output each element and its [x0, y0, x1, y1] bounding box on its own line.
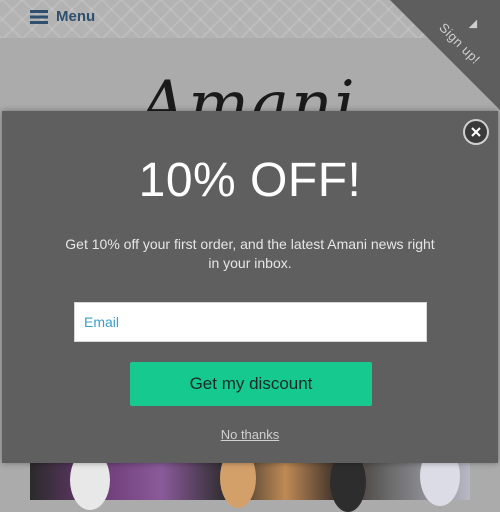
discount-popup: 10% OFF! Get 10% off your first order, a… [2, 111, 498, 463]
hamburger-icon [30, 9, 48, 24]
signup-corner[interactable]: Sign up! [390, 0, 500, 110]
no-thanks-link[interactable]: No thanks [2, 427, 498, 442]
close-button[interactable] [463, 119, 489, 145]
close-icon [471, 127, 481, 137]
signup-corner-background [390, 0, 500, 110]
menu-label: Menu [56, 8, 96, 25]
get-discount-button[interactable]: Get my discount [130, 362, 372, 406]
menu-button[interactable]: Menu [30, 8, 95, 25]
email-field[interactable] [74, 302, 427, 342]
popup-headline: 10% OFF! [138, 154, 362, 207]
popup-subtext: Get 10% off your first order, and the la… [65, 236, 435, 271]
